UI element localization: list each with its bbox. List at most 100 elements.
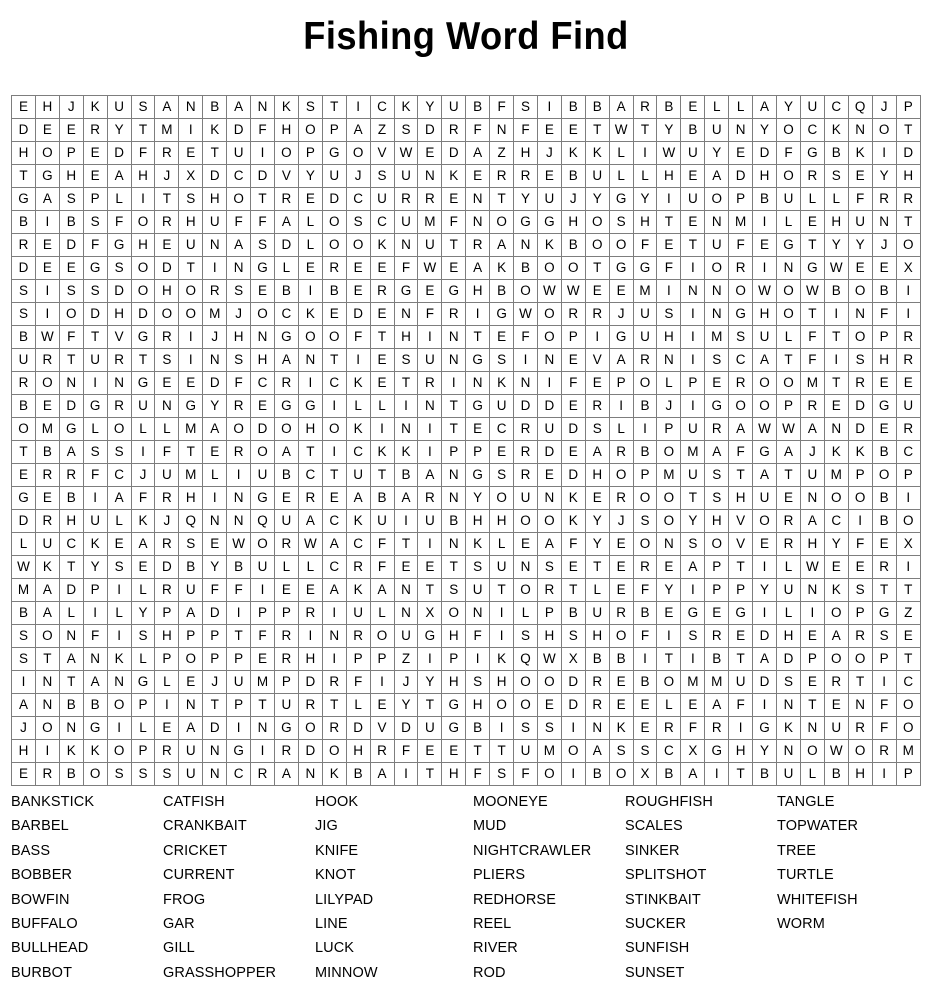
grid-cell[interactable]: O: [34, 624, 60, 648]
grid-cell[interactable]: C: [58, 532, 84, 556]
grid-cell[interactable]: R: [321, 716, 347, 740]
grid-cell[interactable]: I: [847, 509, 873, 533]
grid-cell[interactable]: O: [632, 371, 658, 395]
grid-cell[interactable]: G: [608, 325, 634, 349]
word-list-item[interactable]: REDHORSE: [473, 888, 625, 912]
grid-cell[interactable]: A: [489, 233, 515, 257]
grid-cell[interactable]: A: [584, 440, 610, 464]
grid-cell[interactable]: I: [393, 509, 419, 533]
grid-cell[interactable]: O: [752, 371, 777, 395]
grid-cell[interactable]: K: [297, 302, 323, 326]
grid-cell[interactable]: P: [704, 555, 730, 579]
grid-cell[interactable]: T: [895, 210, 922, 234]
grid-cell[interactable]: U: [250, 463, 275, 487]
grid-cell[interactable]: K: [130, 509, 156, 533]
word-list-item[interactable]: LILYPAD: [315, 888, 473, 912]
grid-cell[interactable]: H: [130, 164, 156, 188]
grid-cell[interactable]: K: [560, 509, 586, 533]
grid-cell[interactable]: S: [465, 670, 491, 694]
grid-cell[interactable]: N: [823, 417, 849, 441]
grid-cell[interactable]: A: [273, 210, 299, 234]
grid-cell[interactable]: V: [584, 348, 610, 372]
grid-cell[interactable]: P: [895, 95, 922, 119]
grid-cell[interactable]: F: [393, 256, 419, 280]
grid-cell[interactable]: T: [728, 555, 754, 579]
grid-cell[interactable]: T: [417, 578, 443, 602]
grid-cell[interactable]: P: [536, 601, 562, 625]
grid-cell[interactable]: L: [106, 509, 132, 533]
grid-cell[interactable]: O: [513, 578, 538, 602]
grid-cell[interactable]: R: [417, 486, 443, 510]
grid-cell[interactable]: O: [584, 233, 610, 257]
grid-cell[interactable]: O: [321, 417, 347, 441]
grid-cell[interactable]: F: [202, 578, 228, 602]
grid-cell[interactable]: R: [297, 601, 323, 625]
grid-cell[interactable]: T: [417, 762, 443, 786]
grid-cell[interactable]: L: [823, 187, 849, 211]
grid-cell[interactable]: R: [728, 256, 754, 280]
grid-cell[interactable]: T: [871, 578, 897, 602]
grid-cell[interactable]: O: [321, 233, 347, 257]
grid-cell[interactable]: O: [321, 325, 347, 349]
grid-cell[interactable]: I: [226, 463, 252, 487]
grid-cell[interactable]: L: [632, 164, 658, 188]
grid-cell[interactable]: B: [58, 210, 84, 234]
grid-cell[interactable]: R: [895, 187, 922, 211]
grid-cell[interactable]: R: [871, 739, 897, 763]
grid-cell[interactable]: I: [106, 716, 132, 740]
grid-cell[interactable]: R: [417, 187, 443, 211]
grid-cell[interactable]: I: [752, 601, 777, 625]
grid-cell[interactable]: I: [82, 486, 108, 510]
grid-cell[interactable]: I: [489, 624, 515, 648]
grid-cell[interactable]: O: [776, 302, 801, 326]
grid-cell[interactable]: E: [58, 118, 84, 142]
grid-cell[interactable]: G: [11, 486, 36, 510]
grid-cell[interactable]: W: [513, 302, 538, 326]
grid-cell[interactable]: K: [823, 578, 849, 602]
grid-cell[interactable]: S: [728, 325, 754, 349]
grid-cell[interactable]: T: [441, 555, 467, 579]
grid-cell[interactable]: F: [58, 325, 84, 349]
grid-cell[interactable]: F: [226, 371, 252, 395]
grid-cell[interactable]: A: [297, 509, 323, 533]
word-list-item[interactable]: NIGHTCRAWLER: [473, 839, 625, 863]
grid-cell[interactable]: I: [321, 647, 347, 671]
grid-cell[interactable]: C: [799, 118, 825, 142]
grid-cell[interactable]: P: [608, 371, 634, 395]
grid-cell[interactable]: I: [34, 739, 60, 763]
grid-cell[interactable]: F: [130, 486, 156, 510]
grid-cell[interactable]: B: [680, 118, 706, 142]
grid-cell[interactable]: E: [202, 532, 228, 556]
grid-cell[interactable]: B: [871, 509, 897, 533]
grid-cell[interactable]: H: [656, 164, 682, 188]
grid-cell[interactable]: S: [608, 739, 634, 763]
grid-cell[interactable]: F: [82, 624, 108, 648]
grid-cell[interactable]: G: [273, 394, 299, 418]
grid-cell[interactable]: A: [345, 118, 371, 142]
grid-cell[interactable]: M: [178, 463, 204, 487]
grid-cell[interactable]: U: [178, 578, 204, 602]
grid-cell[interactable]: R: [154, 486, 180, 510]
grid-cell[interactable]: C: [106, 463, 132, 487]
grid-cell[interactable]: E: [823, 394, 849, 418]
grid-cell[interactable]: I: [393, 762, 419, 786]
grid-cell[interactable]: G: [704, 394, 730, 418]
grid-cell[interactable]: E: [178, 141, 204, 165]
grid-cell[interactable]: M: [680, 670, 706, 694]
grid-cell[interactable]: X: [560, 647, 586, 671]
grid-cell[interactable]: O: [728, 394, 754, 418]
grid-cell[interactable]: K: [369, 440, 395, 464]
grid-cell[interactable]: R: [11, 233, 36, 257]
grid-cell[interactable]: T: [895, 578, 922, 602]
grid-cell[interactable]: K: [393, 440, 419, 464]
grid-cell[interactable]: H: [34, 95, 60, 119]
grid-cell[interactable]: E: [776, 486, 801, 510]
grid-cell[interactable]: U: [847, 210, 873, 234]
grid-cell[interactable]: X: [895, 256, 922, 280]
grid-cell[interactable]: F: [465, 624, 491, 648]
grid-cell[interactable]: E: [369, 693, 395, 717]
grid-cell[interactable]: I: [560, 762, 586, 786]
grid-cell[interactable]: T: [82, 325, 108, 349]
grid-cell[interactable]: O: [250, 532, 275, 556]
grid-cell[interactable]: E: [728, 624, 754, 648]
